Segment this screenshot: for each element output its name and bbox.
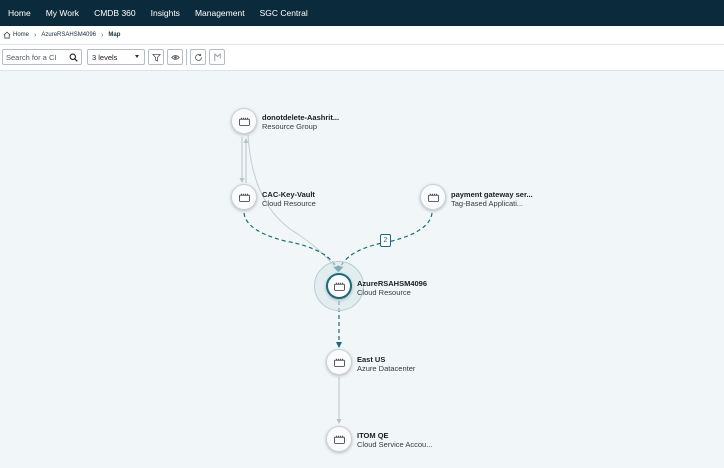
ci-node-payment-gateway[interactable] (420, 184, 446, 210)
refresh-icon (194, 53, 202, 61)
filter-icon (151, 53, 161, 62)
ci-node-key-vault[interactable] (231, 184, 257, 210)
ci-node-subtitle: Resource Group (262, 122, 318, 131)
search-icon[interactable] (69, 53, 78, 62)
ci-node-subtitle: Tag-Based Applicati... (451, 199, 524, 208)
map-toolbar: 3 levels (0, 45, 724, 71)
ci-node-subtitle: Cloud Service Accou... (357, 440, 433, 449)
refresh-button[interactable] (190, 49, 206, 65)
breadcrumb-home[interactable]: Home (3, 31, 29, 39)
ci-node-subtitle: Azure Datacenter (357, 364, 416, 373)
ci-icon (333, 282, 345, 291)
dependency-map-canvas[interactable]: 2 donotdelete-Aashrit... Resource Group … (0, 71, 724, 468)
ci-node-itom-qe[interactable] (326, 426, 352, 452)
ci-icon (333, 358, 345, 367)
breadcrumb-home-label: Home (13, 32, 30, 38)
map-edges (239, 134, 433, 424)
nav-item-insights[interactable]: Insights (151, 8, 180, 18)
ci-icon (427, 193, 439, 202)
flag-button[interactable] (209, 49, 225, 65)
ci-node-title: East US (357, 355, 386, 364)
search-input[interactable] (3, 50, 69, 64)
filter-button[interactable] (148, 49, 164, 65)
breadcrumb: Home › AzureRSAHSM4096 › Map (0, 26, 724, 45)
caret-down-icon (135, 55, 139, 58)
search-box (2, 49, 82, 65)
ci-icon (238, 117, 250, 126)
breadcrumb-ci[interactable]: AzureRSAHSM4096 (41, 32, 96, 38)
visibility-button[interactable] (167, 49, 183, 65)
ci-node-title: payment gateway ser... (451, 190, 533, 199)
flag-icon (213, 52, 221, 61)
nav-item-home[interactable]: Home (8, 8, 31, 18)
ci-node-label: donotdelete-Aashrit... Resource Group (262, 113, 339, 131)
breadcrumb-current: Map (108, 32, 121, 38)
ci-node-title: donotdelete-Aashrit... (262, 113, 340, 122)
ci-node-label: AzureRSAHSM4096 Cloud Resource (357, 279, 427, 297)
home-icon (3, 31, 11, 39)
ci-icon (238, 193, 250, 202)
ci-node-east-us[interactable] (326, 349, 352, 375)
nav-item-management[interactable]: Management (195, 8, 245, 18)
ci-node-title: AzureRSAHSM4096 (357, 279, 428, 288)
nav-item-cmdb-360[interactable]: CMDB 360 (94, 8, 136, 18)
ci-icon (333, 435, 345, 444)
levels-select[interactable]: 3 levels (87, 49, 145, 65)
chevron-right-icon: › (34, 31, 37, 39)
ci-node-label: ITOM QE Cloud Service Accou... (357, 431, 432, 449)
ci-node-resource-group[interactable] (231, 108, 257, 134)
levels-value: 3 levels (92, 52, 118, 62)
ci-node-subtitle: Cloud Resource (262, 199, 316, 208)
edge-keyvault-to-selected (243, 212, 340, 272)
eye-icon (170, 54, 180, 60)
ci-node-label: East US Azure Datacenter (357, 355, 415, 373)
ci-node-title: CAC-Key-Vault (262, 190, 315, 199)
ci-node-selected[interactable] (326, 273, 352, 299)
nav-item-sgc-central[interactable]: SGC Central (260, 8, 308, 18)
ci-node-label: CAC-Key-Vault Cloud Resource (262, 190, 316, 208)
nav-item-my-work[interactable]: My Work (46, 8, 79, 18)
edge-count-badge[interactable]: 2 (380, 234, 391, 247)
ci-node-label: payment gateway ser... Tag-Based Applica… (451, 190, 533, 208)
ci-node-subtitle: Cloud Resource (357, 288, 411, 297)
chevron-right-icon: › (101, 31, 104, 39)
top-nav: Home My Work CMDB 360 Insights Managemen… (0, 0, 724, 26)
ci-node-title: ITOM QE (357, 431, 389, 440)
toolbar-divider (186, 49, 187, 65)
